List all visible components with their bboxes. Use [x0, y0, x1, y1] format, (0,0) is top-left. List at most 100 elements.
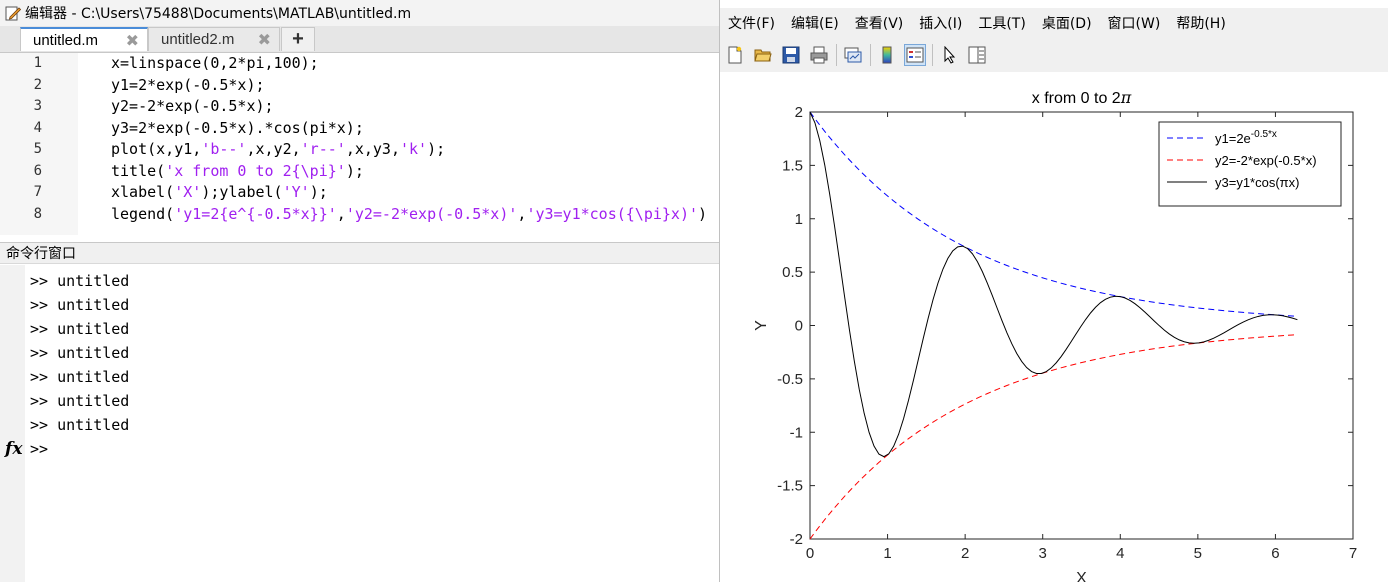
y-tick-label: 1	[795, 211, 803, 228]
editor-title: 编辑器 - C:\Users\75488\Documents\MATLAB\un…	[25, 6, 412, 22]
code-line: y2=-2*exp(-0.5*x);	[111, 97, 274, 115]
chart-title-text: x from 0 to 2	[1032, 90, 1121, 107]
figure-top-strip	[720, 0, 1388, 8]
code-token: );	[427, 140, 446, 158]
code-token: ,	[336, 204, 346, 223]
property-editor-icon[interactable]	[966, 44, 988, 66]
x-tick-label: 2	[961, 545, 969, 562]
code-token: y2=-2*exp(-0.5*x);	[111, 97, 274, 115]
tab-untitled-m[interactable]: untitled.m ✖	[20, 27, 148, 51]
code-line: x=linspace(0,2*pi,100);	[111, 54, 319, 72]
command-history-line: >> untitled	[30, 344, 130, 362]
code-line: plot(x,y1,'b--',x,y2,'r--',x,y3,'k');	[111, 140, 445, 158]
menu-item[interactable]: 插入(I)	[911, 13, 970, 33]
link-plot-icon[interactable]	[842, 44, 864, 66]
code-token: ,x,y2,	[246, 140, 301, 158]
line-number: 5	[33, 141, 42, 157]
menu-item[interactable]: 桌面(D)	[1034, 13, 1100, 33]
menu-item[interactable]: 窗口(W)	[1100, 13, 1169, 33]
code-string-literal: 'X'	[174, 183, 202, 201]
add-tab-button[interactable]: +	[281, 27, 315, 51]
command-window-header: 命令行窗口	[0, 242, 719, 264]
x-tick-label: 6	[1271, 545, 1279, 562]
code-editor[interactable]: 1 2 3 4 5 6 7 8 x=linspace(0,2*pi,100); y1=2*exp…	[0, 53, 719, 235]
code-line: legend('y1=2{e^{-0.5*x}}','y2=-2*exp(-0.…	[111, 205, 707, 223]
command-history-line: >> untitled	[30, 368, 130, 386]
save-icon[interactable]	[780, 44, 802, 66]
code-token: plot(x,y1,	[111, 140, 202, 158]
line-number: 7	[33, 184, 42, 200]
code-token: )	[698, 204, 708, 223]
editor-tab-bar: untitled.m ✖ untitled2.m ✖ +	[0, 26, 719, 53]
y-tick-label: 1.5	[782, 157, 803, 174]
y-tick-label: -0.5	[777, 371, 803, 388]
y-tick-label: 0.5	[782, 264, 803, 281]
code-string-literal: 'b--'	[201, 140, 247, 158]
code-line: title('x from 0 to 2{\pi}');	[111, 162, 364, 180]
code-line: y1=2*exp(-0.5*x);	[111, 76, 265, 94]
line-number: 2	[33, 76, 42, 93]
line-number: 6	[33, 162, 42, 179]
code-token: xlabel(	[111, 183, 175, 201]
figure-menu-bar: 文件(F) 编辑(E) 查看(V) 插入(I) 工具(T) 桌面(D) 窗口(W) 帮助(H)	[720, 10, 1234, 36]
legend-entry: y2=-2*exp(-0.5*x)	[1215, 153, 1317, 168]
x-tick-label: 5	[1194, 545, 1202, 562]
code-string-literal: 'x from 0 to 2{\pi}'	[165, 161, 346, 180]
code-string-literal: 'k'	[400, 140, 428, 158]
menu-item[interactable]: 工具(T)	[970, 13, 1033, 33]
legend-entry-text: y3=y1*cos(πx)	[1215, 175, 1299, 190]
toolbar-separator	[870, 44, 871, 66]
legend-entry-text: y2=-2*exp(-0.5*x)	[1215, 153, 1317, 168]
menu-item[interactable]: 帮助(H)	[1168, 13, 1233, 33]
code-token: x=linspace(0,2*pi,100);	[111, 54, 319, 72]
y-tick-label: -1.5	[777, 478, 803, 495]
new-figure-icon[interactable]	[724, 44, 746, 66]
code-string-literal: 'y3=y1*cos({\pi}x)'	[526, 204, 699, 223]
chart-title-symbol: π	[1120, 88, 1132, 107]
editor-pane: 编辑器 - C:\Users\75488\Documents\MATLAB\un…	[0, 0, 719, 582]
close-tab-icon[interactable]: ✖	[126, 31, 139, 51]
menu-item[interactable]: 查看(V)	[847, 13, 912, 33]
tab-label: untitled2.m	[161, 31, 235, 48]
line-number: 8	[33, 205, 42, 222]
code-string-literal: 'r--'	[300, 140, 346, 158]
toolbar-separator	[932, 44, 933, 66]
code-string-literal: 'Y'	[282, 183, 310, 201]
legend-entry-superscript: -0.5*x	[1251, 129, 1277, 140]
print-icon[interactable]	[808, 44, 830, 66]
y-tick-label: 2	[795, 104, 803, 121]
code-line: y3=2*exp(-0.5*x).*cos(pi*x);	[111, 119, 364, 137]
x-tick-label: 1	[883, 545, 891, 562]
x-tick-label: 7	[1349, 545, 1357, 562]
x-tick-label: 4	[1116, 545, 1124, 562]
function-browser-icon[interactable]: fx	[5, 439, 22, 459]
command-prompt[interactable]: >>	[30, 440, 48, 458]
y-tick-label: -2	[790, 531, 803, 548]
pointer-icon[interactable]	[938, 44, 960, 66]
plot-canvas[interactable]: 0 1 2 3 4 5 6 7 -2 -1.5 -1 -0.5 0 0.5 1 1.5 2 x from 0 to…	[720, 72, 1388, 582]
close-tab-icon[interactable]: ✖	[258, 30, 271, 50]
menu-item[interactable]: 编辑(E)	[783, 13, 847, 33]
chart-title: x from 0 to 2π	[1032, 88, 1132, 107]
line-number: 3	[33, 98, 42, 114]
open-file-icon[interactable]	[752, 44, 774, 66]
y-tick-label: 0	[795, 318, 803, 335]
line-number-gutter: 1 2 3 4 5 6 7 8	[0, 53, 78, 235]
figure-window: 文件(F) 编辑(E) 查看(V) 插入(I) 工具(T) 桌面(D) 窗口(W) 帮助(H)	[719, 0, 1388, 582]
tab-untitled2-m[interactable]: untitled2.m ✖	[148, 27, 280, 51]
command-history-line: >> untitled	[30, 272, 130, 290]
code-token: );	[345, 161, 364, 180]
command-window-gutter	[0, 265, 25, 582]
y-axis-label: Y	[753, 320, 770, 331]
colorbar-icon[interactable]	[876, 44, 898, 66]
command-window[interactable]: fx >> untitled >> untitled >> untitled >> u…	[0, 265, 719, 582]
command-history-line: >> untitled	[30, 392, 130, 410]
tab-label: untitled.m	[33, 31, 99, 49]
line-chart[interactable]: 0 1 2 3 4 5 6 7 -2 -1.5 -1 -0.5 0 0.5 1 1.5 2 x from 0 to…	[720, 72, 1388, 582]
legend-entry: y3=y1*cos(πx)	[1215, 175, 1299, 190]
legend-icon[interactable]	[904, 44, 926, 66]
edit-pencil-icon	[5, 6, 21, 21]
menu-item[interactable]: 文件(F)	[720, 13, 783, 33]
code-string-literal: 'y2=-2*exp(-0.5*x)'	[345, 204, 518, 223]
legend-entry-text: y1=2e	[1215, 131, 1251, 146]
